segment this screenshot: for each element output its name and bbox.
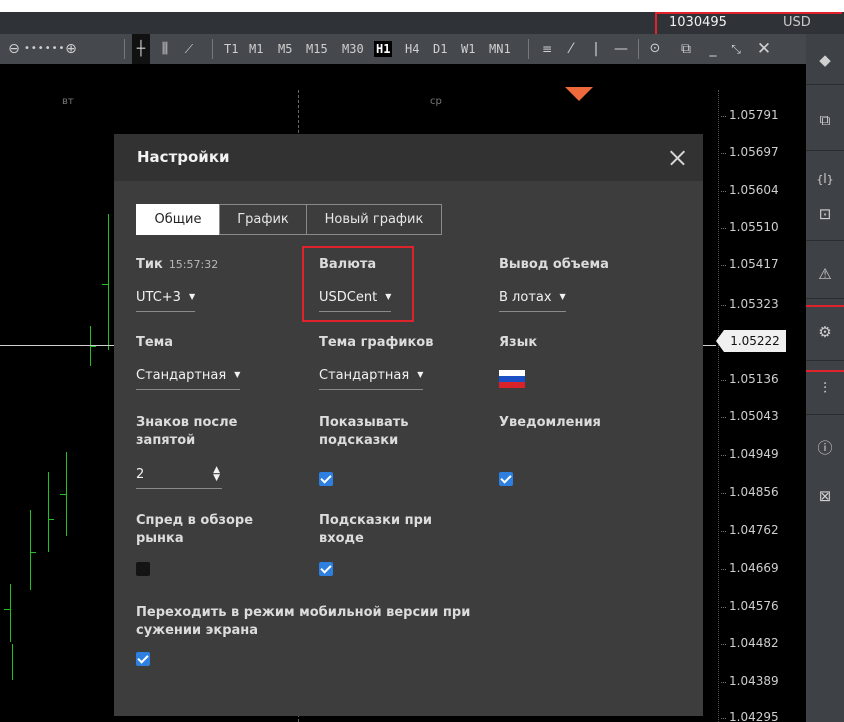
expand-icon[interactable]: ⊠	[806, 478, 844, 514]
timeframe-m15[interactable]: M15	[304, 41, 330, 57]
language-label: Язык	[499, 335, 538, 350]
close-icon[interactable]	[662, 142, 692, 172]
spread-checkbox[interactable]	[136, 562, 150, 576]
price-label: 1.04856	[721, 485, 779, 499]
line-chart-icon[interactable]: ⟋	[180, 34, 198, 64]
theme-label: Тема	[136, 335, 174, 350]
mobile-mode-label: Переходить в режим мобильной версии при с…	[136, 605, 471, 638]
volume-dropdown[interactable]: В лотах ▼	[499, 288, 566, 312]
show-hints-label: Показывать подсказки	[319, 415, 409, 448]
vertical-line-icon[interactable]: |	[590, 34, 602, 64]
mobile-mode-checkbox[interactable]	[136, 652, 150, 666]
caret-down-icon: ▼	[417, 370, 424, 379]
chevron-down-icon[interactable]: ⊙	[646, 34, 664, 64]
stepper-arrows-icon: ▲ ▼	[213, 465, 220, 483]
caret-down-icon: ▼	[559, 292, 566, 301]
zoom-out-icon[interactable]: ⊖	[5, 34, 23, 64]
price-label: 1.05136	[721, 372, 779, 386]
horizontal-line-icon[interactable]: —	[612, 34, 630, 64]
day-label-wed: ср	[430, 96, 442, 107]
tab-chart[interactable]: График	[219, 204, 307, 235]
tick-time: 15:57:32	[168, 258, 219, 271]
candlestick-icon[interactable]: ⫼	[156, 34, 174, 64]
zoom-in-icon[interactable]: ⊕	[62, 34, 80, 64]
timeframe-m1[interactable]: M1	[247, 41, 265, 57]
currency-highlight	[302, 246, 414, 322]
notifications-label: Уведомления	[499, 415, 601, 430]
dialog-header: Настройки	[114, 134, 703, 181]
current-time-marker	[565, 87, 593, 101]
close-chart-icon[interactable]: ✕	[754, 34, 774, 64]
minimize-icon[interactable]: _	[704, 34, 722, 64]
caret-down-icon: ▼	[234, 370, 241, 379]
console-icon[interactable]: ⊡	[806, 196, 844, 232]
price-label: 1.05697	[721, 145, 779, 159]
timeframe-d1[interactable]: D1	[431, 41, 449, 57]
price-label: 1.04295	[721, 710, 779, 722]
timezone-dropdown[interactable]: UTC+3 ▼	[136, 288, 196, 312]
caret-down-icon: ▼	[188, 292, 196, 301]
settings-dialog: Настройки Общие График Новый график Тик 1…	[114, 134, 703, 716]
price-label: 1.04949	[721, 447, 779, 461]
windows-icon[interactable]: ⧉	[806, 102, 844, 138]
chart-theme-label: Тема графиков	[319, 335, 434, 350]
digits-stepper[interactable]: 2 ▲ ▼	[136, 466, 222, 489]
theme-dropdown[interactable]: Стандартная ▼	[136, 366, 241, 390]
price-label: 1.04482	[721, 636, 779, 650]
zoom-slider[interactable]: ••••••	[24, 34, 64, 64]
bar-chart-icon[interactable]: ┼	[132, 34, 150, 64]
timeframe-h4[interactable]: H4	[403, 41, 421, 57]
chart-theme-dropdown[interactable]: Стандартная ▼	[319, 366, 424, 390]
timeframe-m30[interactable]: M30	[340, 41, 366, 57]
notifications-checkbox[interactable]	[499, 472, 513, 486]
digits-label: Знаков после запятой	[136, 415, 238, 448]
login-hints-label: Подсказки при входе	[319, 513, 433, 546]
right-sidebar: ◆ ⧉ {ꟾ} ⊡ ⚠ ⚙ ⫶ ⓘ ⊠	[800, 34, 844, 722]
timeframe-h1[interactable]: H1	[374, 41, 393, 57]
price-label: 1.05791	[721, 108, 779, 122]
trendline-icon[interactable]: ⁄	[562, 34, 580, 64]
stats-icon[interactable]: ⫶	[806, 370, 844, 406]
tick-label: Тик 15:57:32	[136, 257, 219, 272]
price-label: 1.05510	[721, 220, 779, 234]
eraser-icon[interactable]: ◆	[806, 42, 844, 78]
timeframe-w1[interactable]: W1	[459, 41, 477, 57]
current-price: 1.05222	[724, 330, 786, 352]
price-label: 1.04762	[721, 523, 779, 537]
price-label: 1.05417	[721, 257, 779, 271]
show-hints-checkbox[interactable]	[319, 472, 333, 486]
detach-window-icon[interactable]: ⧉	[676, 34, 696, 64]
alert-icon[interactable]: ⚠	[806, 256, 844, 292]
chart-toolbar: ⊖ •••••• ⊕ ┼ ⫼ ⟋ T1 M1 M5 M15 M30 H1 H4 …	[0, 34, 806, 64]
price-label: 1.04669	[721, 561, 779, 575]
info-icon[interactable]: ⓘ	[806, 430, 844, 466]
price-label: 1.05604	[721, 183, 779, 197]
spread-label: Спред в обзоре рынка	[136, 513, 254, 546]
price-label: 1.05043	[721, 409, 779, 423]
timeframe-m5[interactable]: M5	[276, 41, 294, 57]
dialog-title: Настройки	[137, 148, 230, 166]
timeframe-mn1[interactable]: MN1	[487, 41, 513, 57]
russian-flag-icon[interactable]	[499, 370, 525, 388]
price-label: 1.04389	[721, 674, 779, 688]
indicators-sidebar-icon[interactable]: {ꟾ}	[806, 162, 844, 198]
price-label: 1.04576	[721, 599, 779, 613]
price-label: 1.05323	[721, 297, 779, 311]
tab-general[interactable]: Общие	[136, 204, 220, 235]
day-label-tue: вт	[62, 96, 74, 107]
indicators-icon[interactable]: ≡	[538, 34, 556, 64]
restore-icon[interactable]: ⤡	[726, 34, 746, 64]
trading-app: 1030495 USD ⊖ •••••• ⊕ ┼ ⫼ ⟋ T1 M1 M5 M1…	[0, 12, 844, 722]
current-price-tag: 1.05222	[716, 330, 786, 352]
login-hints-checkbox[interactable]	[319, 562, 333, 576]
volume-label: Вывод объема	[499, 257, 609, 272]
tab-new-chart[interactable]: Новый график	[306, 204, 442, 235]
timeframe-t1[interactable]: T1	[222, 41, 240, 57]
